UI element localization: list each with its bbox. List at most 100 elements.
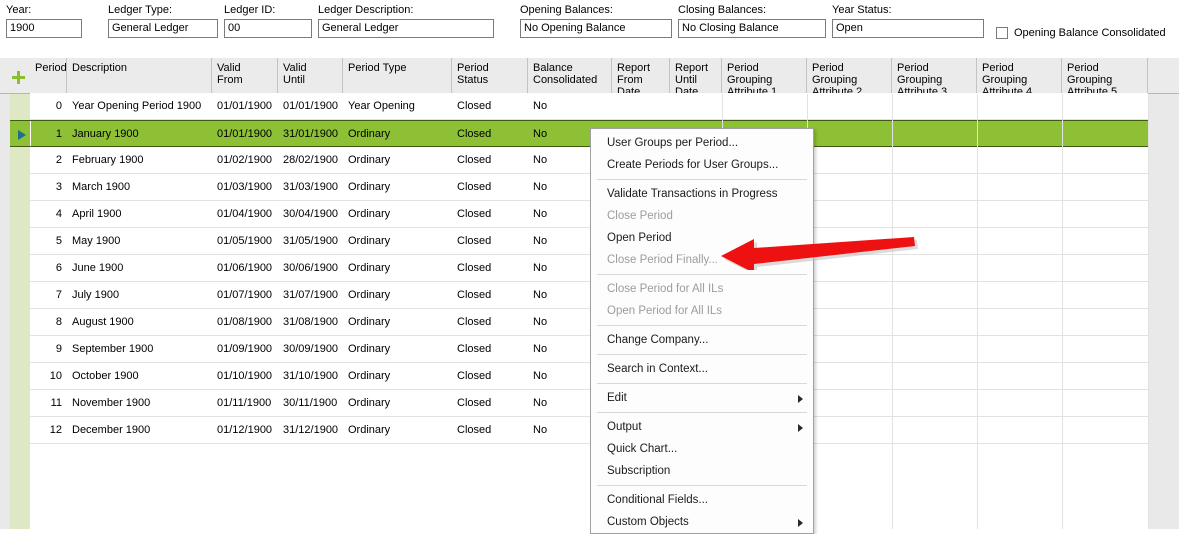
cell-period_type: Ordinary [348,370,391,382]
column-header-text: Period Grouping [727,62,773,86]
cell-period: 0 [55,100,62,112]
menu-item-close-period-finally: Close Period Finally... [591,249,813,271]
menu-item-quick-chart[interactable]: Quick Chart... [591,438,813,460]
table-row[interactable]: 8 August 1900 01/08/1900 31/08/1900 Ordinary… [30,309,1148,336]
table-row[interactable]: 6 June 1900 01/06/1900 30/06/1900 Ordinary Cl… [30,255,1148,282]
cell-valid_until: 31/07/1900 [283,289,338,301]
column-header-balance_consolidated[interactable]: Balance Consolidated [528,58,612,93]
ledger-type-input[interactable]: General Ledger [108,19,218,38]
cell-period: 12 [49,424,62,436]
menu-item-validate-transactions-in-progress[interactable]: Validate Transactions in Progress [591,183,813,205]
menu-item-close-period: Close Period [591,205,813,227]
table-row[interactable]: 3 March 1900 01/03/1900 31/03/1900 Ordinary C… [30,174,1148,201]
table-row[interactable]: 11 November 1900 01/11/1900 30/11/1900 Ordin… [30,390,1148,417]
column-header-text: From Date [617,74,643,93]
cell-period_type: Ordinary [348,397,391,409]
cell-period: 7 [55,289,62,301]
cell-description: August 1900 [72,316,134,328]
menu-item-label: Custom Objects [607,516,689,528]
cell-description: April 1900 [72,208,122,220]
opening-balances-input[interactable]: No Opening Balance [520,19,672,38]
column-header-text: Period Type [348,62,407,74]
menu-item-user-groups-per-period[interactable]: User Groups per Period... [591,132,813,154]
table-row[interactable]: 5 May 1900 01/05/1900 31/05/1900 Ordinary Clo… [30,228,1148,255]
add-row-header-cell[interactable] [0,58,30,93]
cell-valid_until: 30/11/1900 [283,397,338,409]
cell-period_type: Ordinary [348,128,391,140]
column-header-text: Consolidated [533,74,598,86]
cell-period: 5 [55,235,62,247]
column-divider [977,94,978,529]
cell-valid_from: 01/02/1900 [217,154,273,166]
column-header-text: Attribute 3 [897,86,948,93]
column-header-report_from_date[interactable]: Report From Date [612,58,670,93]
chevron-right-icon [798,424,803,432]
menu-item-label: Close Period Finally... [607,254,718,266]
cell-description: June 1900 [72,262,124,274]
menu-item-subscription[interactable]: Subscription [591,460,813,482]
column-header-text: Report [675,62,709,74]
column-header-pg1[interactable]: Period Grouping Attribute 1 [722,58,807,93]
cell-description: October 1900 [72,370,139,382]
table-row[interactable]: 9 September 1900 01/09/1900 30/09/1900 Ordin… [30,336,1148,363]
table-row[interactable]: 10 October 1900 01/10/1900 31/10/1900 Ordina… [30,363,1148,390]
menu-separator [597,274,807,275]
menu-item-edit[interactable]: Edit [591,387,813,409]
cell-description: January 1900 [72,128,139,140]
column-header-pg4[interactable]: Period Grouping Attribute 4 [977,58,1062,93]
menu-item-create-periods-for-user-groups[interactable]: Create Periods for User Groups... [591,154,813,176]
column-header-pg3[interactable]: Period Grouping Attribute 3 [892,58,977,93]
ledger-description-input[interactable]: General Ledger [318,19,494,38]
table-row[interactable]: 7 July 1900 01/07/1900 31/07/1900 Ordinary Cl… [30,282,1148,309]
menu-separator [597,325,807,326]
column-header-report_until_date[interactable]: Report Until Date [670,58,722,93]
ledger-id-input[interactable]: 00 [224,19,312,38]
column-header-period[interactable]: Period [30,58,67,93]
column-header-valid_until[interactable]: Valid Until [278,58,343,93]
column-header-valid_from[interactable]: Valid From [212,58,278,93]
menu-item-change-company[interactable]: Change Company... [591,329,813,351]
menu-item-custom-objects[interactable]: Custom Objects [591,511,813,533]
menu-item-search-in-context[interactable]: Search in Context... [591,358,813,380]
cell-valid_until: 28/02/1900 [283,154,338,166]
column-header-description[interactable]: Description [67,58,212,93]
table-row[interactable]: 4 April 1900 01/04/1900 30/04/1900 Ordinary C… [30,201,1148,228]
cell-valid_until: 31/01/1900 [283,128,338,140]
year-input[interactable]: 1900 [6,19,82,38]
menu-item-label: Search in Context... [607,363,708,375]
table-row[interactable]: 12 December 1900 01/12/1900 31/12/1900 Ordin… [30,417,1148,444]
year-status-input[interactable]: Open [832,19,984,38]
column-header-period_type[interactable]: Period Type [343,58,452,93]
column-header-text: Description [72,62,128,74]
cell-period: 6 [55,262,62,274]
cell-period_type: Ordinary [348,262,391,274]
column-header-pg5[interactable]: Period Grouping Attribute 5 [1062,58,1148,93]
cell-period: 1 [55,128,62,140]
opening-balance-consolidated-checkbox[interactable]: Opening Balance Consolidated [996,27,1166,39]
table-row[interactable]: 2 February 1900 01/02/1900 28/02/1900 Ordina… [30,147,1148,174]
menu-item-output[interactable]: Output [591,416,813,438]
cell-valid_until: 31/12/1900 [283,424,338,436]
cell-valid_until: 31/10/1900 [283,370,338,382]
closing-balances-input[interactable]: No Closing Balance [678,19,826,38]
cell-period_type: Ordinary [348,235,391,247]
cell-valid_from: 01/09/1900 [217,343,273,355]
menu-separator [597,179,807,180]
cell-description: December 1900 [72,424,151,436]
checkbox-icon[interactable] [996,27,1008,39]
menu-item-conditional-fields[interactable]: Conditional Fields... [591,489,813,511]
column-header-text: Period Grouping [1067,62,1113,86]
column-header-pg2[interactable]: Period Grouping Attribute 2 [807,58,892,93]
field-ledger-id-label: Ledger ID: [224,4,276,16]
column-divider [1062,94,1063,529]
row-marker-column [10,94,30,529]
cell-period_status: Closed [457,316,492,328]
menu-separator [597,412,807,413]
menu-item-open-period[interactable]: Open Period [591,227,813,249]
field-year: Year: 1900 [6,4,82,38]
plus-icon[interactable] [12,71,25,84]
table-row[interactable]: 0 Year Opening Period 1900 01/01/1900 01/01… [30,93,1148,120]
column-header-period_status[interactable]: Period Status [452,58,528,93]
context-menu[interactable]: User Groups per Period... Create Periods … [590,128,814,534]
cell-period_type: Year Opening [348,100,415,112]
